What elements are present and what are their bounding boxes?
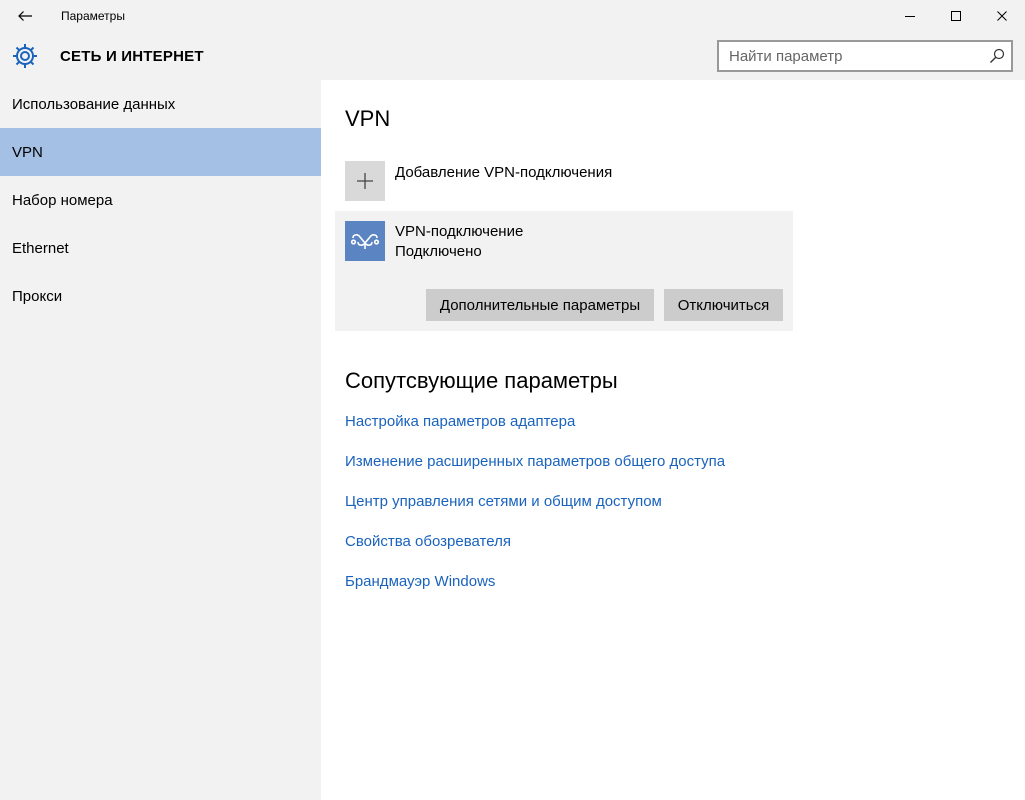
link-internet-options[interactable]: Свойства обозревателя	[345, 533, 511, 550]
arrow-left-icon	[18, 11, 32, 21]
vpn-connection-status: Подключено	[395, 243, 482, 260]
vpn-connection-card[interactable]: VPN-подключение Подключено Дополнительны…	[335, 211, 793, 331]
link-adapter-settings[interactable]: Настройка параметров адаптера	[345, 413, 575, 430]
window-title: Параметры	[61, 9, 125, 23]
vpn-connection-tile	[345, 221, 385, 261]
search-input[interactable]	[719, 42, 981, 70]
minimize-button[interactable]	[887, 0, 933, 32]
minimize-icon	[905, 16, 915, 17]
sidebar-item-label: Ethernet	[12, 239, 69, 257]
sidebar-item-vpn[interactable]: VPN	[0, 128, 321, 176]
section-title: СЕТЬ И ИНТЕРНЕТ	[60, 48, 204, 65]
advanced-options-button[interactable]: Дополнительные параметры	[426, 289, 654, 321]
plus-icon	[357, 173, 373, 189]
back-button[interactable]	[8, 3, 42, 29]
maximize-button[interactable]	[933, 0, 979, 32]
page-header: СЕТЬ И ИНТЕРНЕТ	[0, 32, 1025, 80]
search-icon[interactable]	[989, 48, 1005, 64]
sidebar-item-label: VPN	[12, 143, 43, 161]
sidebar-item-label: Набор номера	[12, 191, 113, 209]
sidebar-item-label: Прокси	[12, 287, 63, 305]
link-network-center[interactable]: Центр управления сетями и общим доступом	[345, 493, 662, 510]
link-advanced-sharing[interactable]: Изменение расширенных параметров общего …	[345, 453, 725, 470]
sidebar-item-proxy[interactable]: Прокси	[0, 272, 321, 320]
close-icon	[997, 11, 1007, 21]
add-vpn-connection[interactable]: Добавление VPN-подключения	[345, 161, 745, 201]
disconnect-button[interactable]: Отключиться	[664, 289, 783, 321]
add-vpn-tile[interactable]	[345, 161, 385, 201]
sidebar-item-ethernet[interactable]: Ethernet	[0, 224, 321, 272]
vpn-link-icon	[350, 234, 380, 249]
link-windows-firewall[interactable]: Брандмауэр Windows	[345, 573, 495, 590]
close-button[interactable]	[979, 0, 1025, 32]
vpn-connection-name: VPN-подключение	[395, 223, 524, 240]
search-box[interactable]	[717, 40, 1013, 72]
gear-icon	[13, 44, 37, 68]
sidebar-item-data-usage[interactable]: Использование данных	[0, 80, 321, 128]
title-bar: Параметры	[0, 0, 1025, 32]
maximize-icon	[951, 11, 961, 21]
page-title: VPN	[345, 106, 391, 131]
related-settings-title: Сопутсвующие параметры	[345, 368, 618, 393]
sidebar-item-label: Использование данных	[12, 95, 176, 113]
sidebar: Использование данных VPN Набор номера Et…	[0, 80, 321, 800]
add-vpn-label[interactable]: Добавление VPN-подключения	[395, 164, 612, 181]
sidebar-item-dial-up[interactable]: Набор номера	[0, 176, 321, 224]
main-content: VPN Добавление VPN-подключения VPN-подкл…	[321, 80, 1025, 800]
